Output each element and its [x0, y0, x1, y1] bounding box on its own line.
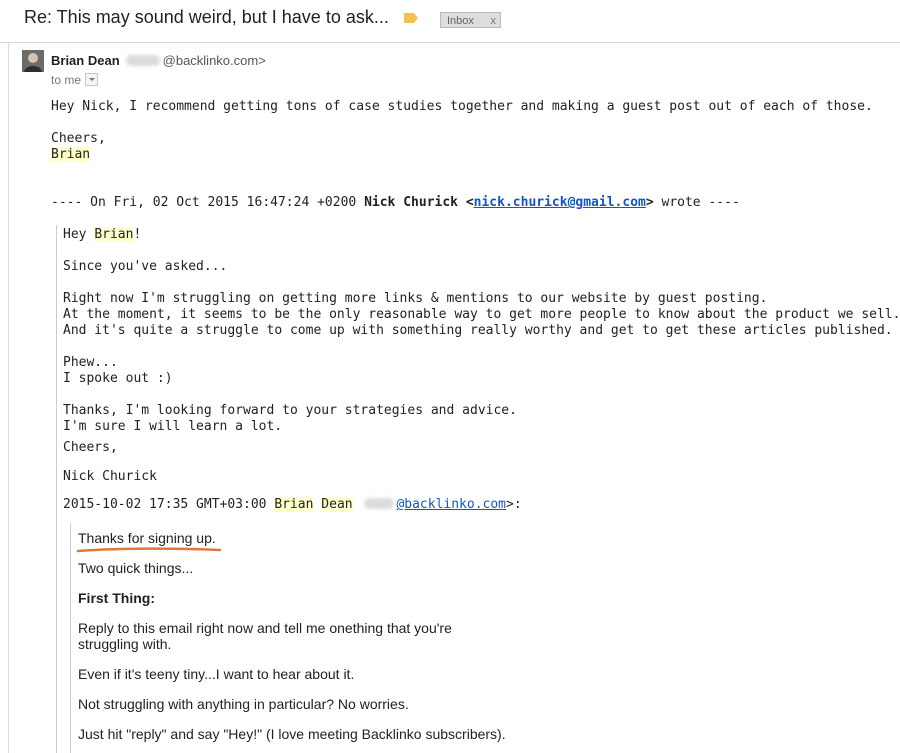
redacted-email	[364, 498, 395, 509]
quote2-line4b: struggling with.	[78, 636, 172, 652]
message-greeting: Hey Nick, I recommend getting tons of ca…	[51, 99, 873, 114]
quote1-hey-text: Hey	[63, 227, 95, 242]
quoted-header-email-link[interactable]: nick.churick@gmail.com	[474, 195, 646, 210]
quoted-header-name: Nick Churick	[364, 195, 458, 210]
sender-name[interactable]: Brian Dean	[51, 53, 120, 68]
quote2-line6: Not struggling with anything in particul…	[78, 696, 409, 712]
quote1-hey: Hey Brian!	[63, 227, 141, 242]
signature-name: Brian	[51, 147, 91, 162]
quote1-spoke: I spoke out :)	[63, 371, 173, 386]
quote2-line5: Even if it's teeny tiny...I want to hear…	[78, 666, 355, 682]
message-signoff: Cheers,	[51, 131, 106, 146]
quote1-p2: At the moment, it seems to be the only r…	[63, 307, 900, 322]
quote1-phew: Phew...	[63, 355, 118, 370]
quote1-asked: Since you've asked...	[63, 259, 228, 274]
inbox-label-chip[interactable]: Inbox x	[440, 12, 501, 28]
quote1-hey-end: !	[133, 227, 142, 242]
attribution-date: 2015-10-02 17:35 GMT+03:00	[63, 497, 275, 512]
quote2-line1: Thanks for signing up.	[78, 530, 216, 546]
avatar[interactable]	[22, 50, 44, 72]
to-me-label: to me	[51, 73, 82, 87]
remove-label-button[interactable]: x	[491, 13, 497, 27]
annotation-underline	[76, 547, 222, 553]
sender-email: @backlinko.com>	[162, 53, 266, 68]
quote1-hey-name: Brian	[94, 227, 134, 242]
attribution-email-link[interactable]: @backlinko.com	[396, 497, 506, 512]
attribution-last-name: Dean	[321, 497, 353, 512]
attribution-end: >:	[506, 497, 522, 512]
label-tag-icon[interactable]	[404, 13, 418, 23]
quote2-line4a: Reply to this email right now and tell m…	[78, 620, 452, 636]
attribution-first-name: Brian	[274, 497, 314, 512]
quote-bar-inner	[70, 523, 71, 753]
details-dropdown-button[interactable]	[85, 73, 99, 86]
quote1-cheers: Cheers,	[63, 440, 118, 455]
message-signature: Brian	[51, 147, 91, 162]
sender-line: Brian Dean @backlinko.com>	[51, 53, 266, 68]
quote2-line2: Two quick things...	[78, 560, 194, 576]
quoted-header-open: <	[458, 195, 474, 210]
quoted-header-date: ---- On Fri, 02 Oct 2015 16:47:24 +0200	[51, 195, 365, 210]
quote1-thanks: Thanks, I'm looking forward to your stra…	[63, 403, 517, 418]
quote1-p1: Right now I'm struggling on getting more…	[63, 291, 768, 306]
quoted-header-suffix: wrote ----	[653, 195, 740, 210]
quoted-header: ---- On Fri, 02 Oct 2015 16:47:24 +0200 …	[51, 195, 740, 210]
recipient-line: to me	[51, 73, 99, 87]
quote-bar-outer	[56, 225, 57, 753]
quoted-header-close: >	[645, 195, 654, 210]
quote2-first-thing: First Thing:	[78, 590, 155, 606]
thread-divider	[8, 43, 9, 753]
subject-bar: Re: This may sound weird, but I have to …	[0, 0, 900, 43]
redacted-email	[125, 55, 160, 66]
inbox-label-text: Inbox	[447, 15, 474, 27]
quote1-learn: I'm sure I will learn a lot.	[63, 419, 283, 434]
quote1-p3: And it's quite a struggle to come up wit…	[63, 323, 893, 338]
quote1-attribution: 2015-10-02 17:35 GMT+03:00 Brian Dean @b…	[63, 497, 522, 512]
quote1-name: Nick Churick	[63, 469, 157, 484]
email-subject: Re: This may sound weird, but I have to …	[24, 7, 389, 27]
person-avatar-icon	[22, 50, 44, 72]
quote2-line7: Just hit "reply" and say "Hey!" (I love …	[78, 726, 506, 742]
